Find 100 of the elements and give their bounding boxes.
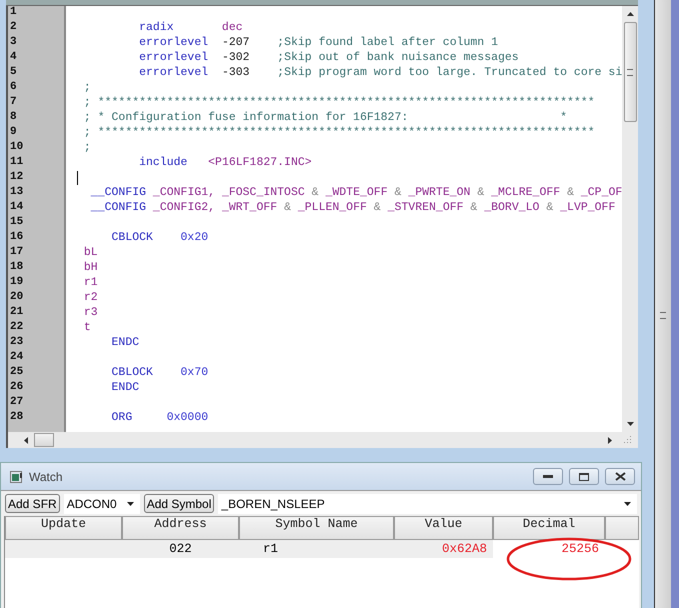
code-token: 0x20 (180, 231, 208, 244)
code-token: & (477, 186, 484, 199)
code-token: CBLOCK (110, 231, 153, 244)
table-cell: r1 (263, 542, 278, 556)
table-cell: 25256 (561, 542, 599, 556)
code-token: bL (84, 246, 98, 259)
code-token: _CONFIG1, _FOSC_INTOSC (152, 186, 306, 199)
code-token: & (394, 186, 402, 199)
line-number: 24 (9, 351, 24, 365)
code-token: _PWRTE_ON (407, 186, 472, 199)
code-token: & (567, 186, 574, 199)
code-token: errorlevel (138, 66, 208, 79)
code-token: ; (84, 141, 91, 154)
line-number: 12 (9, 171, 24, 185)
dropdown-arrow-icon (126, 502, 134, 506)
code-token: _CONFIG2, _WRT_OFF (152, 201, 278, 214)
line-number: 3 (9, 36, 18, 50)
code-token: ENDC (110, 336, 140, 349)
line-number: 15 (9, 216, 24, 230)
code-token: radix (138, 21, 174, 34)
code-token: ; * Configuration fuse information for 16F1827: * (84, 111, 567, 124)
code-token: ENDC (110, 381, 140, 394)
minimize-icon (543, 475, 553, 478)
scrollbar-thumb[interactable] (34, 433, 54, 447)
column-header[interactable]: Address (122, 516, 239, 540)
horizontal-scrollbar[interactable] (6, 432, 638, 448)
line-number: 1 (9, 6, 18, 20)
line-number: 16 (9, 231, 24, 245)
scroll-down-icon[interactable] (626, 422, 634, 426)
maximize-button[interactable] (569, 468, 599, 485)
code-token: r2 (84, 291, 98, 304)
add-sfr-button[interactable]: Add SFR (5, 494, 60, 513)
code-token: r3 (84, 306, 98, 319)
code-token: ; ************************************************************************ (84, 126, 595, 139)
header-filler (605, 516, 639, 540)
code-token: ;Skip found label after column 1 (276, 36, 498, 49)
code-token: _MCLRE_OFF (490, 186, 562, 199)
column-header[interactable]: Decimal (493, 516, 605, 540)
code-token: 0x0000 (166, 411, 208, 424)
code-token: <P16LF1827.INC> (207, 156, 312, 169)
code-token: -207 (220, 36, 250, 49)
dropdown-arrow-icon (624, 502, 631, 506)
line-number: 27 (9, 396, 24, 410)
line-number: 6 (9, 81, 18, 95)
code-token: & (546, 201, 554, 214)
line-number: 13 (9, 186, 24, 200)
line-number: 21 (9, 306, 24, 320)
code-token: & (284, 201, 291, 214)
code-token: ORG (110, 411, 132, 424)
close-icon (614, 472, 626, 481)
line-number: 4 (9, 51, 18, 65)
code-token: __CONFIG (90, 186, 146, 199)
code-token: & (374, 201, 381, 214)
code-token: include (138, 156, 188, 169)
table-cell: 022 (169, 542, 192, 556)
code-token: & (470, 201, 478, 214)
column-header[interactable]: Update (5, 516, 122, 540)
sfr-dropdown[interactable]: ADCON0 (64, 494, 140, 514)
code-token: _BORV_LO (483, 201, 540, 214)
scroll-up-icon[interactable] (626, 12, 634, 16)
code-token: ; ************************************************************************ (84, 96, 595, 109)
minimize-button[interactable] (533, 468, 563, 485)
code-token: dec (220, 21, 243, 34)
outer-scrollbar[interactable] (654, 0, 671, 608)
code-token: errorlevel (138, 51, 208, 64)
code-token: -302 (220, 51, 250, 64)
line-number: 11 (9, 156, 24, 170)
line-number: 10 (9, 141, 24, 155)
code-token: -303 (220, 66, 250, 79)
scrollbar-thumb[interactable] (624, 22, 636, 122)
line-number: 17 (9, 246, 24, 260)
line-number: 2 (9, 21, 18, 35)
line-number: 5 (9, 66, 18, 80)
code-token: r1 (84, 276, 98, 289)
column-header[interactable]: Value (394, 516, 493, 540)
line-number: 26 (9, 381, 24, 395)
line-number: 18 (9, 261, 24, 275)
close-button[interactable] (605, 468, 635, 485)
code-token: & (312, 186, 319, 199)
maximize-icon (579, 472, 589, 480)
line-number: 19 (9, 276, 24, 290)
line-number: 9 (9, 126, 18, 140)
code-token: 0x70 (180, 366, 208, 379)
code-token: _CP_OF (580, 186, 622, 199)
column-header[interactable]: Symbol Name (239, 516, 394, 540)
symbol-dropdown[interactable]: _BOREN_NSLEEP (218, 494, 637, 514)
scroll-right-icon[interactable] (608, 436, 612, 444)
window-title: Watch (29, 470, 63, 484)
code-token: ;Skip out of bank nuisance messages (276, 51, 519, 64)
code-token: _WDTE_OFF (324, 186, 389, 199)
vertical-scrollbar[interactable] (622, 6, 638, 432)
code-token: t (84, 321, 91, 334)
add-symbol-button[interactable]: Add Symbol (144, 494, 214, 513)
table-cell: 0x62A8 (442, 542, 487, 556)
line-number: 8 (9, 111, 18, 125)
code-token: bH (84, 261, 98, 274)
code-token: _PLLEN_OFF (296, 201, 368, 214)
scroll-left-icon[interactable] (24, 436, 28, 444)
code-token: CBLOCK (110, 366, 153, 379)
line-number: 14 (9, 201, 24, 215)
